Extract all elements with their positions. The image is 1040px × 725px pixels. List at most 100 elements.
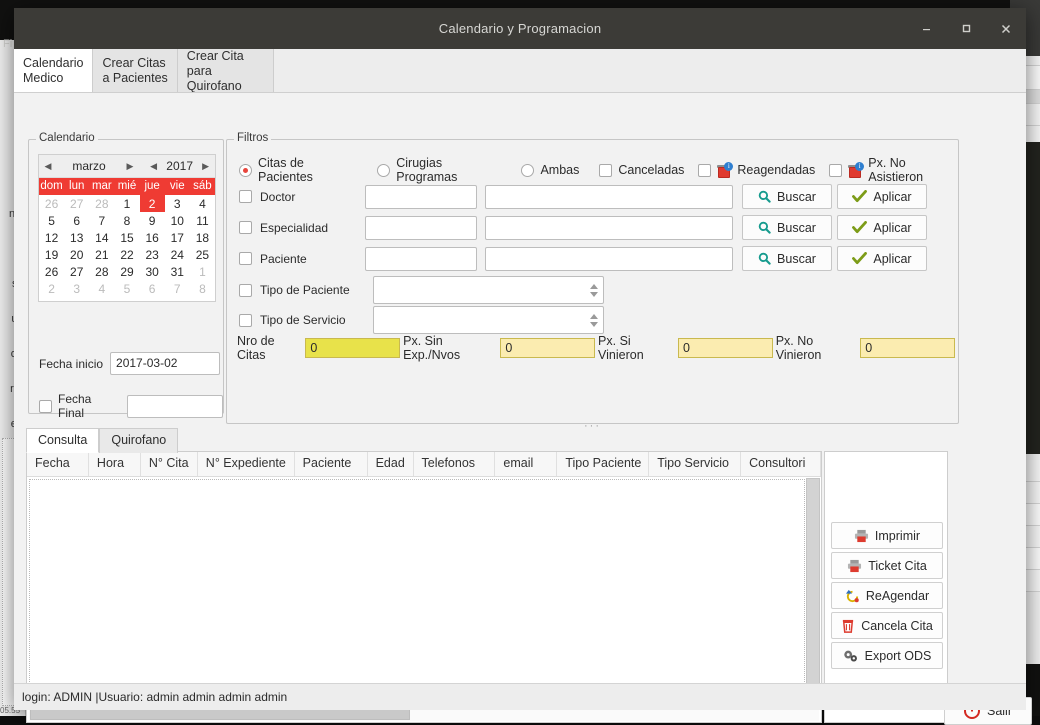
calendar-day[interactable]: 29 [114, 263, 139, 280]
table-column-header[interactable]: email [495, 452, 557, 476]
calendar-day[interactable]: 5 [114, 280, 139, 297]
calendar-day[interactable]: 5 [39, 212, 64, 229]
calendar-day[interactable]: 24 [165, 246, 190, 263]
calendar-day[interactable]: 16 [140, 229, 165, 246]
paciente-checkbox[interactable] [239, 252, 252, 265]
splitter-handle[interactable]: ··· [584, 420, 601, 432]
calendar-day[interactable]: 1 [114, 195, 139, 212]
calendar-day[interactable]: 20 [64, 246, 89, 263]
table-column-header[interactable]: Paciente [295, 452, 368, 476]
radio-indicator[interactable] [239, 164, 252, 177]
fecha-final-checkbox[interactable] [39, 400, 52, 413]
checkbox-reagendadas[interactable]: i Reagendadas [698, 163, 815, 178]
calendar-widget[interactable]: ◀ marzo ▶ ◀ 2017 ▶ dom lun mar [38, 154, 216, 302]
tab-crear-cita-para-quirofano[interactable]: Crear Cita para Quirofano [178, 49, 274, 92]
calendar-day[interactable]: 14 [89, 229, 114, 246]
tab-quirofano[interactable]: Quirofano [99, 428, 178, 453]
calendar-day[interactable]: 6 [140, 280, 165, 297]
calendar-day[interactable]: 21 [89, 246, 114, 263]
scrollbar-thumb[interactable] [806, 478, 820, 704]
calendar-day[interactable]: 22 [114, 246, 139, 263]
calendar-day[interactable]: 23 [140, 246, 165, 263]
table-column-header[interactable]: Consultori [741, 452, 821, 476]
calendar-day[interactable]: 6 [64, 212, 89, 229]
calendar-day[interactable]: 11 [190, 212, 215, 229]
calendar-day[interactable]: 26 [39, 263, 64, 280]
calendar-day[interactable]: 26 [39, 195, 64, 212]
tipo-paciente-checkbox[interactable] [239, 284, 252, 297]
spinner-arrows-icon[interactable] [587, 277, 601, 303]
tab-crear-citas-a-pacientes[interactable]: Crear Citas a Pacientes [93, 49, 177, 92]
minimize-icon[interactable] [906, 8, 946, 49]
maximize-icon[interactable] [946, 8, 986, 49]
calendar-day[interactable]: 18 [190, 229, 215, 246]
especialidad-name-input[interactable] [485, 216, 733, 240]
doctor-name-input[interactable] [485, 185, 733, 209]
calendar-day[interactable]: 9 [140, 212, 165, 229]
calendar-day[interactable]: 31 [165, 263, 190, 280]
calendar-grid[interactable]: dom lun mar mié jue vie sáb 262728123456… [39, 178, 215, 297]
radio-indicator[interactable] [377, 164, 390, 177]
tab-calendario-medico[interactable]: Calendario Medico [14, 49, 93, 92]
radio-ambas[interactable]: Ambas [521, 163, 579, 177]
calendar-day[interactable]: 15 [114, 229, 139, 246]
tab-consulta[interactable]: Consulta [26, 428, 99, 453]
table-vertical-scrollbar[interactable] [806, 478, 820, 704]
paciente-buscar-button[interactable]: Buscar [742, 246, 832, 271]
table-body[interactable] [29, 479, 805, 704]
tipo-paciente-select[interactable] [373, 276, 604, 304]
table-column-header[interactable]: Hora [89, 452, 141, 476]
doctor-buscar-button[interactable]: Buscar [742, 184, 832, 209]
reagendar-button[interactable]: ReAgendar [831, 582, 943, 609]
prev-month-icon[interactable]: ◀ [39, 161, 57, 172]
doctor-checkbox[interactable] [239, 190, 252, 203]
calendar-day[interactable]: 27 [64, 195, 89, 212]
table-column-header[interactable]: Tipo Paciente [557, 452, 649, 476]
calendar-day[interactable]: 27 [64, 263, 89, 280]
calendar-day[interactable]: 19 [39, 246, 64, 263]
paciente-aplicar-button[interactable]: Aplicar [837, 246, 927, 271]
fecha-inicio-input[interactable]: 2017-03-02 [110, 352, 220, 375]
calendar-day[interactable]: 8 [114, 212, 139, 229]
calendar-day[interactable]: 28 [89, 263, 114, 280]
table-column-header[interactable]: Tipo Servicio [649, 452, 741, 476]
calendar-day[interactable]: 25 [190, 246, 215, 263]
especialidad-code-input[interactable] [365, 216, 477, 240]
paciente-code-input[interactable] [365, 247, 477, 271]
export-ods-button[interactable]: Export ODS [831, 642, 943, 669]
prev-year-icon[interactable]: ◀ [150, 161, 157, 172]
tipo-servicio-checkbox[interactable] [239, 314, 252, 327]
calendar-day[interactable]: 17 [165, 229, 190, 246]
close-icon[interactable] [986, 8, 1026, 49]
checkbox-px-no-asistieron[interactable]: i Px. No Asistieron [829, 156, 958, 184]
calendar-day[interactable]: 3 [64, 280, 89, 297]
radio-indicator[interactable] [521, 164, 534, 177]
especialidad-checkbox[interactable] [239, 221, 252, 234]
table-column-header[interactable]: Fecha [27, 452, 89, 476]
paciente-name-input[interactable] [485, 247, 733, 271]
calendar-day[interactable]: 1 [190, 263, 215, 280]
checkbox-indicator[interactable] [599, 164, 612, 177]
next-year-icon[interactable]: ▶ [202, 161, 209, 172]
especialidad-aplicar-button[interactable]: Aplicar [837, 215, 927, 240]
calendar-day[interactable]: 3 [165, 195, 190, 212]
next-month-icon[interactable]: ▶ [121, 161, 139, 172]
table-column-header[interactable]: Telefonos [414, 452, 496, 476]
calendar-day[interactable]: 12 [39, 229, 64, 246]
table-column-header[interactable]: N° Cita [141, 452, 198, 476]
cancela-cita-button[interactable]: Cancela Cita [831, 612, 943, 639]
checkbox-indicator[interactable] [698, 164, 711, 177]
calendar-day[interactable]: 30 [140, 263, 165, 280]
calendar-day-selected[interactable]: 2 [140, 195, 165, 212]
doctor-aplicar-button[interactable]: Aplicar [837, 184, 927, 209]
calendar-day[interactable]: 28 [89, 195, 114, 212]
imprimir-button[interactable]: Imprimir [831, 522, 943, 549]
calendar-day[interactable]: 10 [165, 212, 190, 229]
calendar-day[interactable]: 13 [64, 229, 89, 246]
doctor-code-input[interactable] [365, 185, 477, 209]
checkbox-indicator[interactable] [829, 164, 842, 177]
calendar-day[interactable]: 4 [190, 195, 215, 212]
radio-citas-de-pacientes[interactable]: Citas de Pacientes [239, 156, 357, 184]
table-column-header[interactable]: Edad [368, 452, 414, 476]
calendar-day[interactable]: 2 [39, 280, 64, 297]
